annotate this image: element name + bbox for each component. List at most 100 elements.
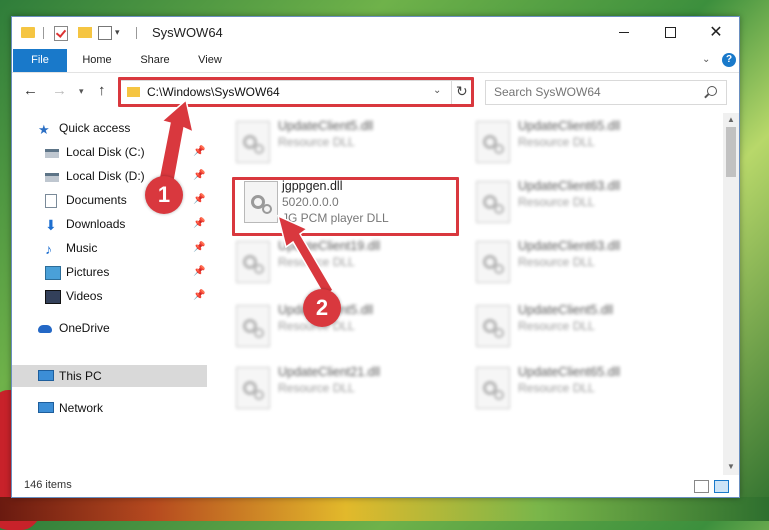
pin-icon[interactable]: 📌: [193, 261, 205, 283]
pin-icon[interactable]: 📌: [193, 141, 205, 163]
dll-file-icon: [236, 121, 270, 163]
maximize-button[interactable]: [647, 17, 693, 49]
search-box[interactable]: [485, 80, 727, 105]
file-name: UpdateClient5.dll: [518, 303, 614, 317]
sidebar-item-local-disk-c[interactable]: Local Disk (C:) 📌: [45, 141, 210, 163]
tab-view[interactable]: View: [187, 49, 233, 72]
file-description: JG PCM player DLL: [282, 211, 389, 225]
window-title: SysWOW64: [152, 25, 223, 40]
tab-share[interactable]: Share: [132, 49, 178, 72]
pin-icon[interactable]: 📌: [193, 237, 205, 259]
list-item[interactable]: UpdateClient63.dll Resource DLL: [468, 177, 698, 231]
sidebar-item-label: This PC: [59, 369, 102, 383]
address-path[interactable]: C:\Windows\SysWOW64: [147, 85, 280, 99]
search-input[interactable]: [492, 84, 696, 100]
list-item[interactable]: UpdateClient65.dll Resource DLL: [468, 117, 698, 171]
customize-toolbar-icon[interactable]: [98, 26, 112, 40]
this-pc-icon: [38, 370, 54, 381]
address-separator: [451, 81, 452, 104]
sidebar-item-local-disk-d[interactable]: Local Disk (D:) 📌: [45, 165, 210, 187]
list-item[interactable]: UpdateClient5.dll Resource DLL: [228, 117, 458, 171]
address-bar[interactable]: C:\Windows\SysWOW64 ⌄ ↻: [120, 80, 474, 105]
onedrive-icon: [38, 325, 52, 333]
new-folder-icon[interactable]: [78, 27, 92, 38]
ribbon: File Home Share View ⌄ ?: [12, 49, 739, 73]
pin-icon[interactable]: 📌: [193, 285, 205, 307]
documents-icon: [45, 194, 57, 208]
expand-ribbon-chevron-icon[interactable]: ⌄: [702, 54, 710, 65]
dll-file-icon: [236, 241, 270, 283]
sidebar-item-label: Documents: [66, 193, 127, 207]
folder-icon: [127, 87, 140, 97]
navigation-pane: ★ Quick access Local Disk (C:) 📌 Local D…: [12, 113, 207, 475]
file-description: Resource DLL: [518, 195, 595, 209]
downloads-icon: ⬇: [45, 217, 57, 233]
search-icon[interactable]: [707, 86, 717, 96]
step-2-badge: 2: [303, 289, 341, 327]
dll-file-icon: [476, 181, 510, 223]
folder-icon: [21, 27, 35, 38]
close-icon: ✕: [709, 24, 723, 41]
pin-icon[interactable]: 📌: [193, 189, 205, 211]
sidebar-item-pictures[interactable]: Pictures 📌: [45, 261, 210, 283]
details-view-icon[interactable]: [694, 480, 709, 493]
sidebar-item-label: Quick access: [59, 121, 131, 135]
scroll-down-icon[interactable]: ▼: [727, 462, 735, 471]
close-button[interactable]: ✕: [693, 17, 739, 49]
help-icon[interactable]: ?: [722, 53, 736, 67]
list-item[interactable]: UpdateClient5.dll Resource DLL: [468, 301, 698, 355]
dll-file-icon: [476, 121, 510, 163]
navigation-bar: ← → ▾ ↑ C:\Windows\SysWOW64 ⌄ ↻: [12, 73, 739, 109]
tab-home[interactable]: Home: [74, 49, 120, 72]
file-description: Resource DLL: [518, 135, 595, 149]
file-explorer-window: ▾ SysWOW64 ✕ File Home Share View ⌄ ? ← …: [11, 16, 740, 498]
pin-icon[interactable]: 📌: [193, 165, 205, 187]
list-item[interactable]: UpdateClient21.dll Resource DLL: [228, 363, 458, 417]
forward-arrow-icon[interactable]: →: [52, 82, 67, 99]
file-name: UpdateClient63.dll: [518, 179, 621, 193]
list-item[interactable]: UpdateClient63.dll Resource DLL: [468, 237, 698, 291]
refresh-icon[interactable]: ↻: [456, 83, 468, 100]
up-arrow-icon[interactable]: ↑: [98, 82, 106, 99]
file-description: Resource DLL: [278, 381, 355, 395]
list-item[interactable]: UpdateClient5.dll Resource DLL: [228, 301, 458, 355]
dll-file-icon: [236, 367, 270, 409]
dll-file-icon: [244, 181, 278, 223]
dll-file-icon: [476, 241, 510, 283]
recent-locations-chevron-icon[interactable]: ▾: [79, 86, 84, 97]
tab-file[interactable]: File: [13, 49, 67, 72]
list-item-highlighted[interactable]: jgppgen.dll 5020.0.0.0 JG PCM player DLL: [236, 177, 466, 231]
scroll-up-icon[interactable]: ▲: [727, 115, 735, 124]
sidebar-item-videos[interactable]: Videos 📌: [45, 285, 210, 307]
sidebar-item-label: Videos: [66, 289, 103, 303]
sidebar-item-downloads[interactable]: ⬇ Downloads 📌: [45, 213, 210, 235]
status-bar: 146 items: [12, 475, 739, 497]
address-history-chevron-icon[interactable]: ⌄: [433, 85, 441, 96]
file-description: Resource DLL: [278, 135, 355, 149]
step-1-badge: 1: [145, 176, 183, 214]
dll-file-icon: [236, 305, 270, 347]
sidebar-item-documents[interactable]: Documents 📌: [45, 189, 210, 211]
sidebar-item-label: Downloads: [66, 217, 126, 231]
scrollbar-thumb[interactable]: [726, 127, 736, 177]
item-count: 146 items: [24, 479, 72, 491]
sidebar-item-music[interactable]: ♪ Music 📌: [45, 237, 210, 259]
file-description: Resource DLL: [518, 319, 595, 333]
large-icons-view-icon[interactable]: [714, 480, 729, 493]
minimize-button[interactable]: [601, 17, 647, 49]
chevron-down-icon[interactable]: ▾: [115, 27, 120, 38]
properties-check-icon[interactable]: [54, 26, 68, 41]
title-bar: ▾ SysWOW64 ✕: [12, 17, 739, 49]
vertical-scrollbar[interactable]: ▲ ▼: [723, 113, 739, 475]
desktop-background-strip: [0, 497, 769, 521]
back-arrow-icon[interactable]: ←: [23, 82, 38, 99]
file-list: UpdateClient5.dll Resource DLL jgppgen.d…: [208, 113, 723, 475]
dll-file-icon: [476, 367, 510, 409]
list-item[interactable]: UpdateClient19.dll Resource DLL: [228, 237, 458, 291]
sidebar-item-label: Network: [59, 401, 104, 415]
sidebar-item-label: Local Disk (C:): [66, 145, 145, 159]
pin-icon[interactable]: 📌: [193, 213, 205, 235]
maximize-icon: [664, 27, 676, 39]
list-item[interactable]: UpdateClient65.dll Resource DLL: [468, 363, 698, 417]
file-name: UpdateClient21.dll: [278, 365, 381, 379]
